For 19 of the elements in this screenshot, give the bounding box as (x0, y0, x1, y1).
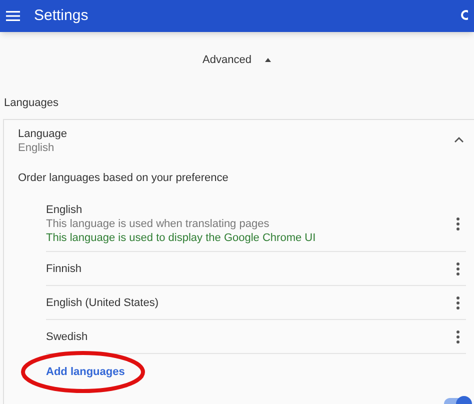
add-languages-link[interactable]: Add languages (46, 365, 125, 379)
more-options-icon[interactable] (456, 330, 460, 344)
menu-icon[interactable] (6, 10, 20, 22)
more-options-icon[interactable] (456, 262, 460, 276)
more-options-icon[interactable] (456, 217, 460, 231)
more-options-icon[interactable] (456, 296, 460, 310)
setting-label: Language (18, 127, 68, 141)
language-note: This language is used to display the Google Chrome UI (46, 231, 317, 245)
language-note: This language is used when translating pages (46, 217, 270, 231)
advanced-toggle[interactable]: Advanced (200, 52, 274, 68)
language-name: English (United States) (46, 296, 160, 310)
language-name: Swedish (46, 330, 89, 344)
section-title: Languages (4, 96, 60, 110)
page-title: Settings (34, 6, 88, 26)
language-name: English (46, 203, 84, 217)
language-name: Finnish (46, 262, 82, 276)
hint-text: Order languages based on your preference (18, 171, 230, 185)
setting-value: English (18, 141, 56, 155)
chevron-up-icon[interactable] (454, 137, 464, 143)
